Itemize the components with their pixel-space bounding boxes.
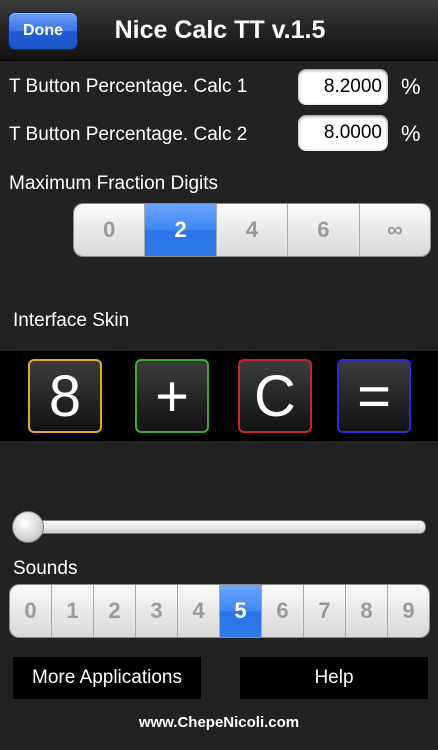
fraction-digits-segmented-control: 0 2 4 6 ∞ bbox=[73, 203, 431, 257]
sounds-option[interactable]: 2 bbox=[94, 585, 136, 637]
skin-slider-track[interactable] bbox=[14, 520, 426, 534]
fraction-digits-option[interactable]: 2 bbox=[145, 204, 217, 256]
skin-key-clear[interactable]: C bbox=[238, 359, 312, 433]
skin-slider-thumb[interactable] bbox=[12, 511, 44, 543]
sounds-option[interactable]: 1 bbox=[52, 585, 94, 637]
calc2-label: T Button Percentage. Calc 2 bbox=[9, 124, 248, 145]
fraction-digits-option[interactable]: 6 bbox=[288, 204, 360, 256]
fraction-digits-label: Maximum Fraction Digits bbox=[9, 173, 219, 194]
skin-key-label: 8 bbox=[48, 363, 82, 429]
navigation-bar: Nice Calc TT v.1.5 Done bbox=[0, 0, 438, 61]
interface-skin-label: Interface Skin bbox=[13, 310, 130, 331]
sounds-label: Sounds bbox=[13, 558, 78, 579]
calc1-label: T Button Percentage. Calc 1 bbox=[9, 76, 248, 97]
calc1-percent-sign: % bbox=[401, 74, 421, 99]
sounds-option[interactable]: 3 bbox=[136, 585, 178, 637]
sounds-option[interactable]: 7 bbox=[304, 585, 346, 637]
skin-key-plus[interactable]: + bbox=[135, 359, 209, 433]
sounds-option[interactable]: 6 bbox=[262, 585, 304, 637]
sounds-option[interactable]: 4 bbox=[178, 585, 220, 637]
website-link[interactable]: www.ChepeNicoli.com bbox=[0, 714, 438, 731]
help-button[interactable]: Help bbox=[240, 657, 428, 699]
done-button[interactable]: Done bbox=[8, 12, 78, 50]
calc2-percent-sign: % bbox=[401, 121, 421, 146]
fraction-digits-option[interactable]: 4 bbox=[216, 204, 289, 256]
skin-key-label: C bbox=[254, 363, 296, 429]
sounds-option[interactable]: 9 bbox=[388, 585, 429, 637]
calc1-percentage-field[interactable]: 8.2000 bbox=[298, 69, 388, 105]
skin-key-8[interactable]: 8 bbox=[28, 359, 102, 433]
calc2-percentage-field[interactable]: 8.0000 bbox=[298, 115, 388, 151]
sounds-option[interactable]: 8 bbox=[346, 585, 388, 637]
more-applications-button[interactable]: More Applications bbox=[13, 657, 201, 699]
sounds-option[interactable]: 5 bbox=[220, 585, 262, 637]
skin-key-equals[interactable]: = bbox=[337, 359, 411, 433]
skin-key-label: = bbox=[357, 363, 391, 429]
fraction-digits-option[interactable]: ∞ bbox=[359, 204, 430, 256]
sounds-segmented-control: 0123456789 bbox=[9, 584, 430, 638]
sounds-option[interactable]: 0 bbox=[10, 585, 52, 637]
skin-key-label: + bbox=[155, 363, 189, 429]
fraction-digits-option[interactable]: 0 bbox=[74, 204, 146, 256]
